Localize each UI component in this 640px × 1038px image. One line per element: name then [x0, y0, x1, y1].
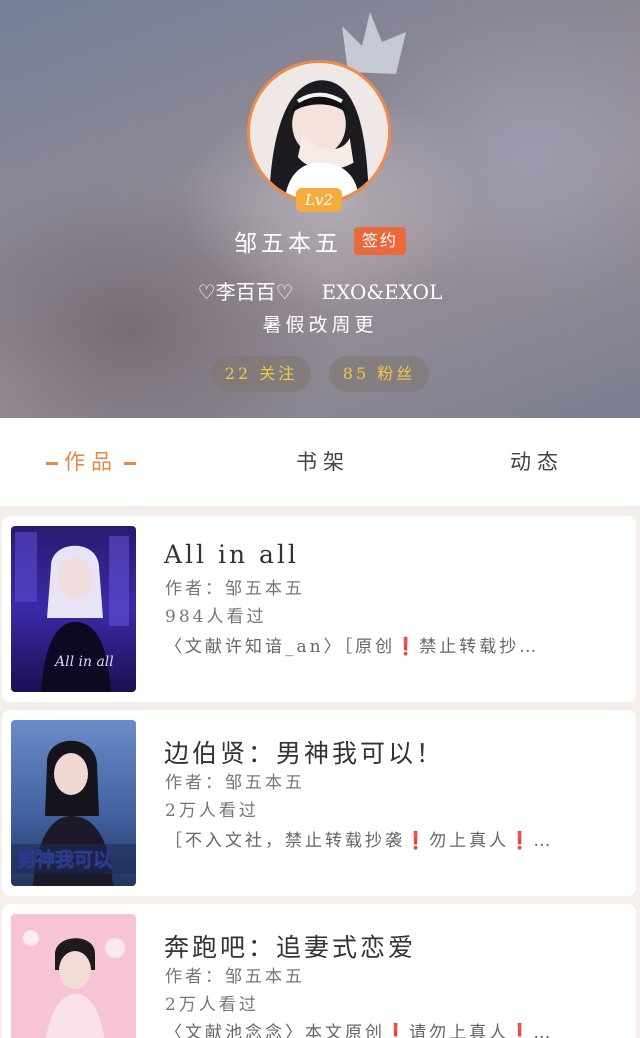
bio-line-2: 暑假改周更	[262, 314, 378, 336]
book-cover[interactable]: 男神我可以	[11, 720, 136, 886]
tab-feed[interactable]: 动态	[510, 446, 564, 478]
exclamation-icon: ❗	[385, 1023, 410, 1038]
cover-title: 男神我可以	[17, 848, 112, 871]
tab-works-label: 作品	[64, 450, 118, 474]
tab-bar: 作品 书架 动态	[0, 418, 640, 506]
work-title: 边伯贤：男神我可以！	[164, 739, 445, 768]
tab-indicator	[46, 462, 58, 465]
exclamation-icon: ❗	[395, 637, 420, 657]
tab-works[interactable]: 作品	[40, 446, 168, 478]
exclamation-icon: ❗	[405, 831, 430, 851]
profile-header: Lv2 邹五本五 签约 ♡李百百♡ EXO&EXOL 暑假改周更 22 关注 85 …	[0, 0, 640, 418]
cover-title: All in all	[53, 654, 114, 670]
work-card[interactable]: 奔跑吧：追妻式恋爱 作者：邹五本五 2万人看过 〈文献池念念〉本文原创❗请勿上真…	[2, 904, 636, 1038]
work-views: 984人看过	[165, 607, 267, 627]
work-desc-text: 请勿上真人	[409, 1023, 510, 1038]
work-author: 作者：邹五本五	[165, 773, 305, 793]
work-card[interactable]: 男神我可以 边伯贤：男神我可以！ 作者：邹五本五 2万人看过 ［不入文社，禁止转…	[2, 710, 636, 896]
exclamation-icon: ❗	[509, 1023, 534, 1038]
work-desc-text: …	[533, 1023, 554, 1038]
work-description: ［不入文社，禁止转载抄袭❗勿上真人❗…	[165, 826, 605, 851]
work-desc-text: …	[533, 831, 554, 851]
username-row: 邹五本五 签约	[0, 224, 640, 258]
book-cover[interactable]: All in all	[11, 526, 136, 692]
tab-shelf[interactable]: 书架	[296, 446, 350, 478]
book-cover-image: 男神我可以	[11, 720, 136, 886]
following-label: 关注	[259, 364, 298, 383]
book-cover-image: All in all	[11, 526, 136, 692]
work-desc-text: 〈文献许知谙_an〉［原创	[165, 637, 396, 657]
fans-button[interactable]: 85 粉丝	[329, 356, 429, 392]
signed-badge: 签约	[353, 227, 406, 255]
fans-label: 粉丝	[377, 364, 416, 383]
work-author: 作者：邹五本五	[165, 579, 305, 599]
tab-indicator	[124, 462, 136, 465]
work-desc-text: ［不入文社，禁止转载抄袭	[165, 831, 405, 851]
work-desc-text: 〈文献池念念〉本文原创	[165, 1023, 385, 1038]
avatar[interactable]	[247, 60, 391, 204]
work-description: 〈文献许知谙_an〉［原创❗禁止转载抄…	[165, 632, 605, 657]
work-author: 作者：邹五本五	[165, 967, 305, 987]
exclamation-icon: ❗	[509, 831, 534, 851]
avatar-image	[250, 63, 388, 201]
book-cover-image	[11, 914, 136, 1038]
level-badge: Lv2	[296, 188, 342, 212]
book-cover[interactable]	[11, 914, 136, 1038]
work-views: 2万人看过	[165, 801, 259, 821]
bio-line-1: ♡李百百♡ EXO&EXOL	[0, 276, 640, 305]
work-title: 奔跑吧：追妻式恋爱	[164, 933, 417, 962]
work-desc-text: 勿上真人	[429, 831, 510, 851]
username: 邹五本五	[233, 231, 342, 257]
work-card[interactable]: All in all All in all 作者：邹五本五 984人看过 〈文献…	[2, 516, 636, 702]
work-views: 2万人看过	[165, 995, 259, 1015]
work-description: 〈文献池念念〉本文原创❗请勿上真人❗…	[165, 1018, 605, 1038]
bio-text: ♡李百百♡	[197, 280, 294, 304]
work-desc-text: 禁止转载抄…	[419, 637, 540, 657]
following-button[interactable]: 22 关注	[211, 356, 311, 392]
following-count: 22	[224, 364, 252, 383]
bio-text: EXO&EXOL	[321, 280, 443, 304]
work-title: All in all	[164, 540, 299, 569]
fans-count: 85	[342, 364, 370, 383]
